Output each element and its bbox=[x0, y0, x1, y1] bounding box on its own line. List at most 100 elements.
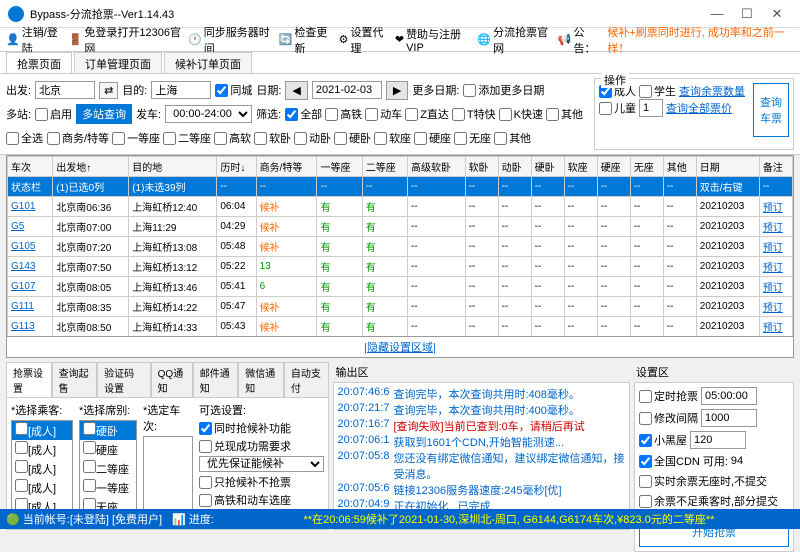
col-header[interactable]: 软座 bbox=[564, 157, 597, 177]
train-row[interactable]: G107北京南08:05上海虹桥13:4605:416有有-----------… bbox=[8, 277, 793, 297]
col-header[interactable]: 其他 bbox=[663, 157, 696, 177]
filter-2[interactable]: 动车 bbox=[365, 106, 402, 122]
tab-houbu-orders[interactable]: 候补订单页面 bbox=[164, 52, 252, 73]
col-header[interactable]: 车次 bbox=[8, 157, 53, 177]
cdn-check[interactable]: 全国CDN bbox=[639, 453, 700, 469]
date-next-button[interactable]: ▶ bbox=[386, 81, 408, 100]
seat-item[interactable]: 硬卧 bbox=[80, 421, 136, 440]
check-update-link[interactable]: 🔄检查更新 bbox=[279, 24, 335, 56]
date-input[interactable] bbox=[312, 81, 382, 99]
col-header[interactable]: 动卧 bbox=[498, 157, 531, 177]
seat-item[interactable]: 硬座 bbox=[80, 440, 136, 459]
realtime-check[interactable]: 实时余票无座时,不提交 bbox=[639, 473, 789, 489]
col-header[interactable]: 一等座 bbox=[317, 157, 362, 177]
btab-2[interactable]: 验证码设置 bbox=[97, 362, 150, 397]
status-row[interactable]: 状态栏(1)已选0列(1)未选39列----------------------… bbox=[8, 177, 793, 197]
same-city-check[interactable]: 同城 bbox=[215, 82, 252, 98]
train-row[interactable]: G113北京南08:50上海虹桥14:3305:43候补有有----------… bbox=[8, 317, 793, 337]
opt-exchange-check[interactable]: 兑现成功需要求 bbox=[199, 438, 324, 454]
interval-input[interactable] bbox=[701, 409, 757, 427]
blackroom-input[interactable] bbox=[690, 431, 746, 449]
seat-filter-8[interactable]: 硬座 bbox=[414, 130, 451, 146]
query-remain-link[interactable]: 查询余票数量 bbox=[679, 83, 745, 99]
col-header[interactable]: 商务/特等 bbox=[256, 157, 317, 177]
register-login-link[interactable]: 👤注销/登陆 bbox=[6, 24, 65, 56]
enable-multi-check[interactable]: 启用 bbox=[35, 106, 72, 122]
child-num-input[interactable] bbox=[639, 99, 663, 117]
minimize-button[interactable]: — bbox=[702, 6, 732, 21]
blackroom-check[interactable]: 小黑屋 bbox=[639, 432, 687, 448]
seat-filter-5[interactable]: 动卧 bbox=[294, 130, 331, 146]
passenger-item[interactable]: [成人] bbox=[12, 440, 72, 459]
seat-filter-7[interactable]: 软座 bbox=[374, 130, 411, 146]
col-header[interactable]: 高级软卧 bbox=[408, 157, 466, 177]
btab-4[interactable]: 邮件通知 bbox=[193, 362, 239, 397]
priority-select[interactable]: 优先保证能候补 bbox=[199, 456, 324, 472]
col-header[interactable]: 硬卧 bbox=[531, 157, 564, 177]
train-row[interactable]: G101北京南06:36上海虹桥12:4006:04候补有有----------… bbox=[8, 197, 793, 217]
filter-5[interactable]: K快速 bbox=[499, 106, 543, 122]
train-row[interactable]: G105北京南07:20上海虹桥13:0805:48候补有有----------… bbox=[8, 237, 793, 257]
btab-6[interactable]: 自动支付 bbox=[284, 362, 330, 397]
open-12306-link[interactable]: 🚪免登录打开12306官网 bbox=[69, 24, 184, 56]
col-header[interactable]: 硬座 bbox=[597, 157, 630, 177]
output-log[interactable]: 20:07:46:6查询完毕，本次查询共用时:408毫秒。20:07:21:7查… bbox=[333, 382, 630, 530]
date-prev-button[interactable]: ◀ bbox=[285, 81, 307, 100]
seat-filter-6[interactable]: 硬卧 bbox=[334, 130, 371, 146]
col-header[interactable]: 出发地↑ bbox=[53, 157, 129, 177]
opt-gaotie-seat-check[interactable]: 高铁和动车选座 bbox=[199, 492, 324, 508]
seat-item[interactable]: 一等座 bbox=[80, 478, 136, 497]
btab-0[interactable]: 抢票设置 bbox=[6, 362, 52, 397]
col-header[interactable]: 软卧 bbox=[465, 157, 498, 177]
train-row[interactable]: G143北京南07:50上海虹桥13:1205:2213有有----------… bbox=[8, 257, 793, 277]
select-all-check[interactable]: 全选 bbox=[6, 130, 43, 146]
seat-filter-4[interactable]: 软卧 bbox=[254, 130, 291, 146]
seat-filter-10[interactable]: 其他 bbox=[494, 130, 531, 146]
seat-filter-3[interactable]: 高软 bbox=[214, 130, 251, 146]
col-header[interactable]: 无座 bbox=[630, 157, 663, 177]
col-header[interactable]: 目的地 bbox=[129, 157, 217, 177]
col-header[interactable]: 历时↓ bbox=[217, 157, 256, 177]
seat-item[interactable]: 二等座 bbox=[80, 459, 136, 478]
train-row[interactable]: G111北京南08:35上海虹桥14:2205:47候补有有----------… bbox=[8, 297, 793, 317]
multi-query-button[interactable]: 多站查询 bbox=[76, 104, 132, 124]
opt-houbu-check[interactable]: 同时抢候补功能 bbox=[199, 420, 324, 436]
train-row[interactable]: G5北京南07:00上海11:2904:29候补有有--------------… bbox=[8, 217, 793, 237]
partial-check[interactable]: 余票不足乘客时,部分提交 bbox=[639, 493, 789, 509]
tab-orders[interactable]: 订单管理页面 bbox=[74, 52, 162, 73]
add-more-dates-check[interactable]: 添加更多日期 bbox=[463, 82, 544, 98]
timed-input[interactable] bbox=[701, 387, 757, 405]
set-proxy-link[interactable]: ⚙设置代理 bbox=[339, 24, 391, 56]
btab-5[interactable]: 微信通知 bbox=[238, 362, 284, 397]
filter-0[interactable]: 全部 bbox=[285, 106, 322, 122]
opt-only-houbu-check[interactable]: 只抢候补不抢票 bbox=[199, 474, 324, 490]
filter-4[interactable]: T特快 bbox=[452, 106, 496, 122]
filter-1[interactable]: 高铁 bbox=[325, 106, 362, 122]
col-header[interactable]: 日期 bbox=[696, 157, 759, 177]
query-price-link[interactable]: 查询全部票价 bbox=[666, 100, 732, 116]
seat-filter-0[interactable]: 商务/特等 bbox=[47, 130, 109, 146]
seat-filter-9[interactable]: 无座 bbox=[454, 130, 491, 146]
student-check[interactable]: 学生 bbox=[639, 83, 676, 99]
seat-filter-2[interactable]: 二等座 bbox=[163, 130, 211, 146]
col-header[interactable]: 备注 bbox=[759, 157, 792, 177]
filter-3[interactable]: Z直达 bbox=[405, 106, 449, 122]
close-button[interactable]: ✕ bbox=[762, 6, 792, 22]
maximize-button[interactable]: ☐ bbox=[732, 6, 762, 22]
depart-time-select[interactable]: 00:00-24:00 bbox=[165, 105, 252, 123]
arrive-input[interactable] bbox=[151, 81, 211, 99]
sync-time-link[interactable]: 🕐同步服务器时间 bbox=[188, 24, 275, 56]
btab-1[interactable]: 查询起售 bbox=[52, 362, 98, 397]
official-site-link[interactable]: 🌐分流抢票官网 bbox=[477, 24, 553, 56]
seat-filter-1[interactable]: 一等座 bbox=[112, 130, 160, 146]
passenger-item[interactable]: [成人] bbox=[12, 478, 72, 497]
query-tickets-button[interactable]: 查询 车票 bbox=[753, 83, 789, 137]
passenger-item[interactable]: [成人] bbox=[12, 459, 72, 478]
hide-settings-toggle[interactable]: |隐藏设置区域| bbox=[6, 337, 794, 358]
timed-check[interactable]: 定时抢票 bbox=[639, 388, 698, 404]
interval-check[interactable]: 修改间隔 bbox=[639, 410, 698, 426]
swap-button[interactable]: ⇄ bbox=[99, 82, 118, 99]
sponsor-vip-link[interactable]: ❤赞助与注册VIP bbox=[395, 26, 474, 54]
depart-input[interactable] bbox=[35, 81, 95, 99]
passenger-item[interactable]: [成人] bbox=[12, 421, 72, 440]
